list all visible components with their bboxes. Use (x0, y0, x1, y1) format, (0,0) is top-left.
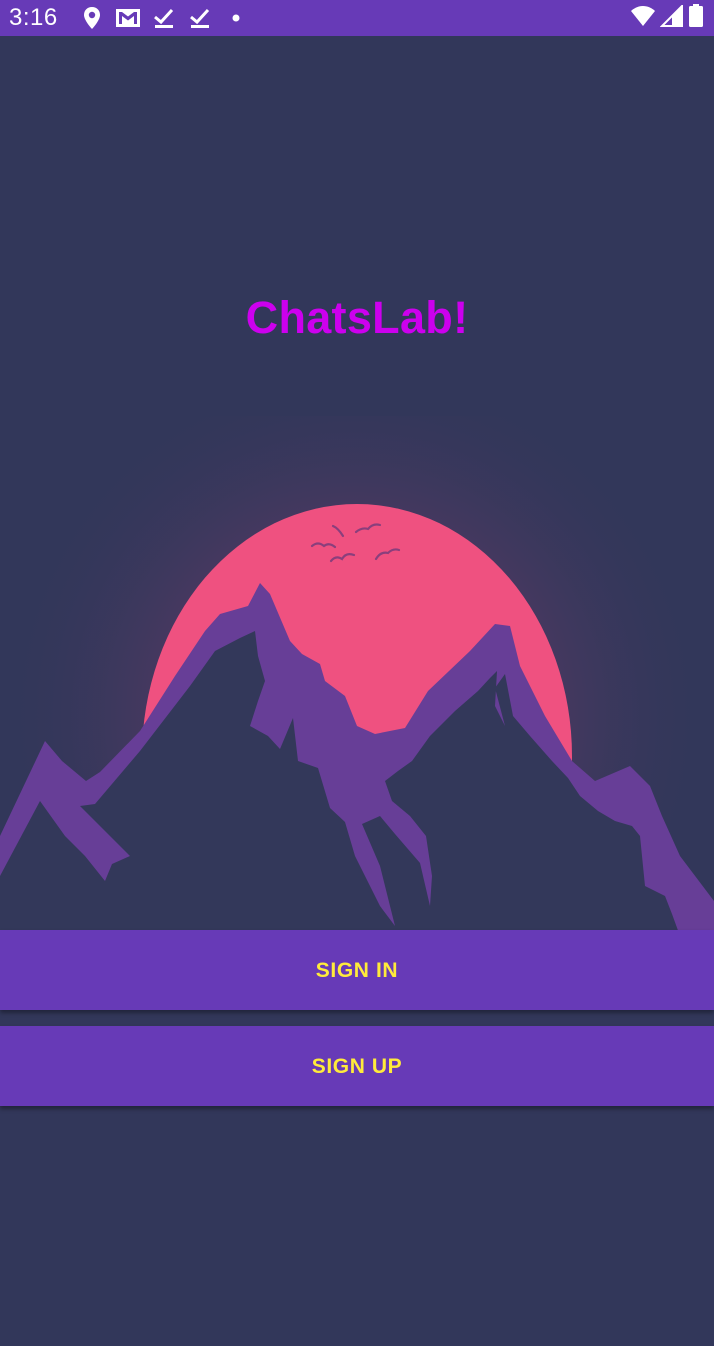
location-icon (74, 5, 110, 31)
status-time: 3:16 (9, 4, 58, 31)
app-title: ChatsLab! (245, 292, 469, 343)
dot-icon (218, 5, 254, 31)
check-icon (146, 5, 182, 31)
notification-icons (74, 5, 254, 31)
sign-in-button[interactable]: SIGN IN (0, 930, 714, 1010)
mountain-sunset-illustration (0, 416, 714, 936)
status-bar: 3:16 (0, 0, 714, 36)
signal-icon (659, 3, 684, 32)
system-icons (630, 3, 704, 33)
check-icon (182, 5, 218, 31)
sign-up-button[interactable]: SIGN UP (0, 1026, 714, 1106)
gmail-icon (110, 5, 146, 31)
main-screen: ChatsLab! SIGN IN SIGN UP (0, 36, 714, 1346)
wifi-icon (630, 5, 656, 32)
battery-icon (688, 3, 704, 33)
